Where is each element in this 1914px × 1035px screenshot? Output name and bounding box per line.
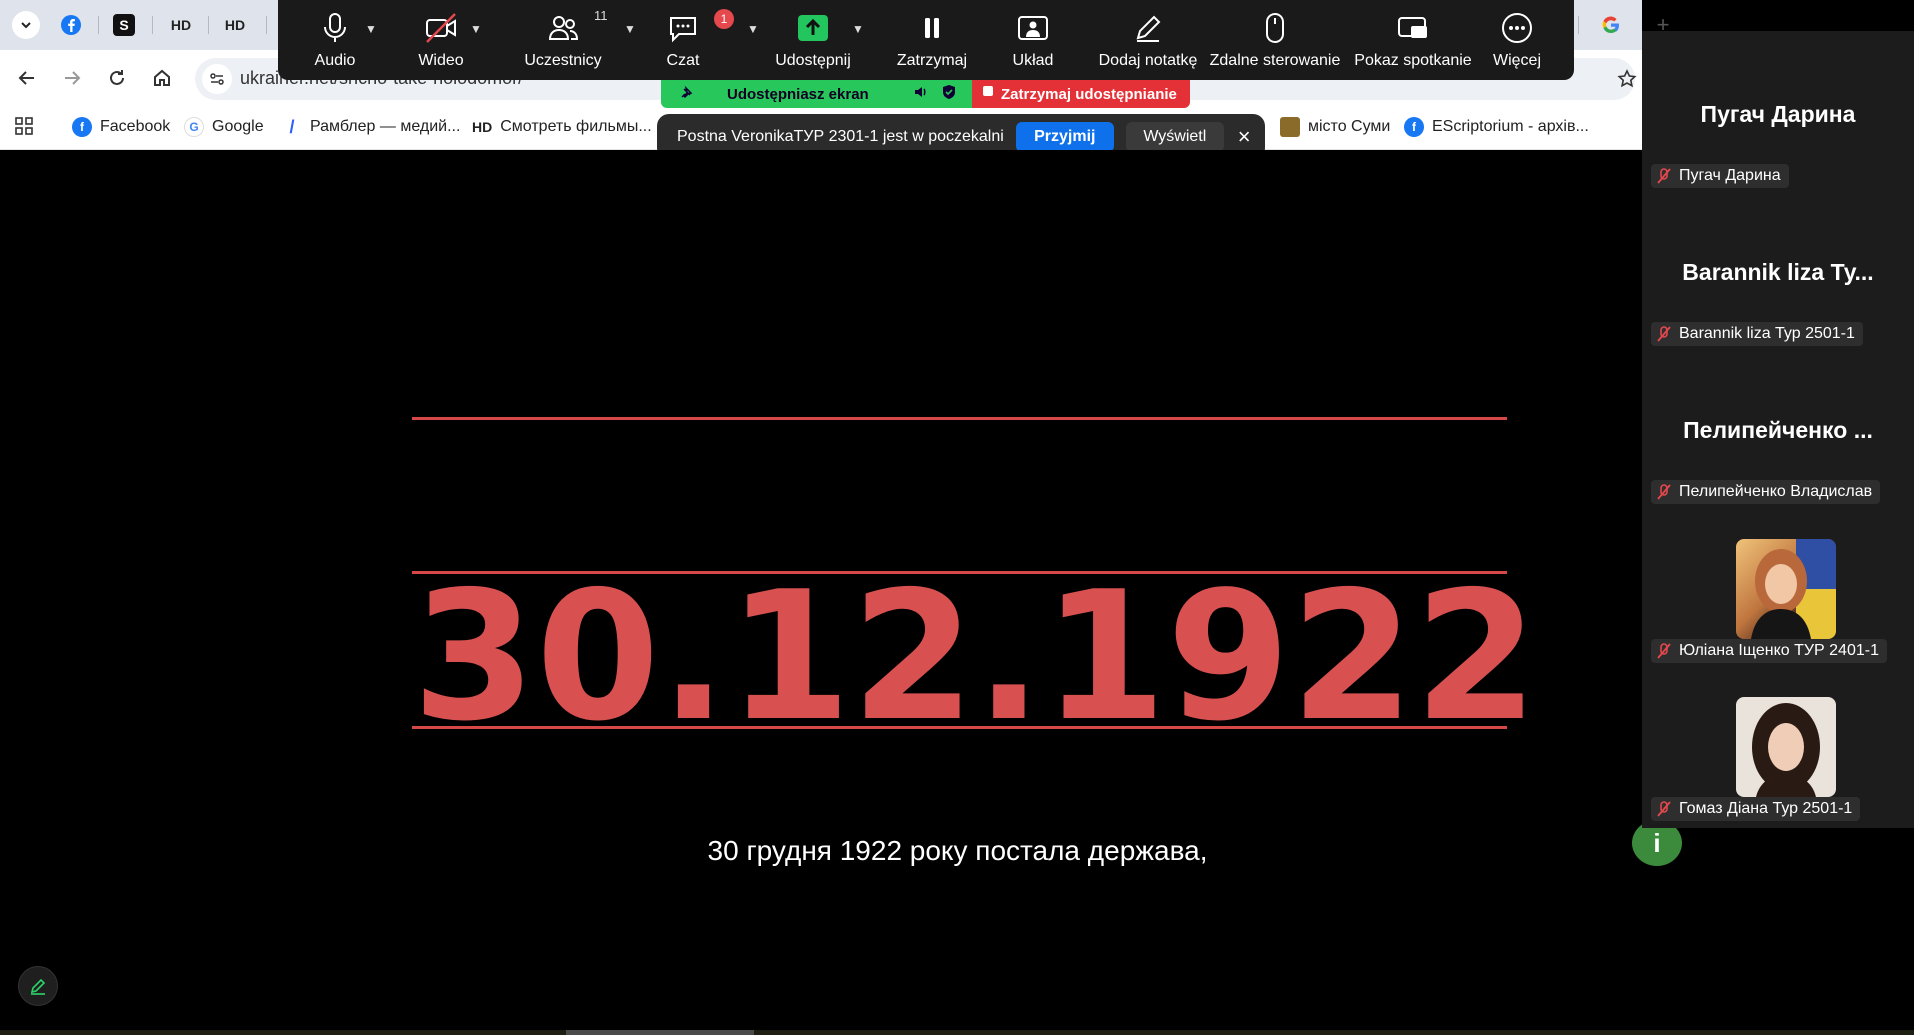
facebook-icon: f bbox=[72, 117, 92, 137]
bookmark-rambler[interactable]: / Рамблер — медий... bbox=[282, 113, 460, 141]
participant-label: Пелипейченко Владислав bbox=[1651, 480, 1881, 504]
microphone-icon bbox=[324, 13, 346, 42]
bookmark-escriptorium[interactable]: f EScriptorium - архів... bbox=[1404, 113, 1589, 141]
audio-chevron-down-icon[interactable]: ▼ bbox=[365, 22, 377, 36]
admit-button[interactable]: Przyjmij bbox=[1015, 122, 1114, 152]
chat-unread-badge: 1 bbox=[714, 9, 734, 29]
pause-icon bbox=[925, 18, 939, 38]
participant-label: Гомаз Діана Тур 2501-1 bbox=[1651, 797, 1861, 821]
bookmark-star-icon[interactable] bbox=[1612, 64, 1642, 94]
video-progress-track[interactable] bbox=[0, 1030, 1914, 1035]
more-button[interactable]: Więcej bbox=[1482, 10, 1552, 76]
home-icon[interactable] bbox=[147, 63, 177, 93]
show-meeting-icon bbox=[1398, 17, 1427, 38]
sharing-label: Udostępniasz ekran bbox=[727, 85, 869, 103]
participants-icon bbox=[548, 16, 579, 40]
sumy-icon bbox=[1280, 117, 1300, 137]
tab-search-dropdown-icon[interactable] bbox=[12, 11, 40, 39]
bookmark-facebook[interactable]: f Facebook bbox=[72, 113, 170, 141]
s-tab-icon[interactable]: S bbox=[113, 14, 135, 36]
video-button[interactable]: Wideo bbox=[406, 10, 476, 76]
bookmark-google[interactable]: G Google bbox=[184, 113, 264, 141]
hd-tab-icon[interactable]: HD bbox=[168, 12, 194, 38]
stop-sharing-button[interactable]: Zatrzymaj udostępnianie bbox=[972, 80, 1190, 108]
pin-icon bbox=[679, 85, 693, 103]
share-screen-icon bbox=[798, 15, 828, 41]
show-meeting-button[interactable]: Pokaz spotkanie bbox=[1338, 10, 1488, 76]
participant-video-thumbnail bbox=[1736, 539, 1836, 639]
remote-control-button[interactable]: Zdalne sterowanie bbox=[1200, 10, 1350, 76]
chat-button[interactable]: Czat bbox=[653, 10, 713, 76]
share-screen-button[interactable]: Udostępnij bbox=[768, 10, 858, 76]
google-icon: G bbox=[184, 117, 204, 137]
mic-muted-icon bbox=[1657, 801, 1671, 817]
mic-muted-icon bbox=[1657, 484, 1671, 500]
participant-label: Barannik liza Тур 2501-1 bbox=[1651, 322, 1863, 346]
pencil-icon bbox=[1136, 15, 1161, 42]
video-off-icon bbox=[426, 13, 456, 43]
pause-share-button[interactable]: Zatrzymaj bbox=[882, 10, 982, 76]
shield-icon[interactable] bbox=[941, 84, 957, 104]
rambler-icon: / bbox=[289, 116, 295, 137]
annotate-pencil-button[interactable] bbox=[18, 966, 58, 1006]
video-subtitle: 30 грудня 1922 року постала держава, bbox=[707, 835, 1208, 866]
bookmark-hd-films[interactable]: HD Смотреть фильмы... bbox=[472, 113, 652, 141]
view-button[interactable]: Wyświetl bbox=[1125, 122, 1224, 152]
site-info-icon[interactable] bbox=[202, 64, 232, 94]
close-icon[interactable]: × bbox=[1238, 124, 1251, 150]
chat-icon bbox=[670, 17, 696, 43]
participants-chevron-down-icon[interactable]: ▼ bbox=[624, 22, 636, 36]
facebook-tab-icon[interactable] bbox=[58, 12, 84, 38]
video-progress-thumb[interactable] bbox=[566, 1030, 754, 1035]
participant-video-thumbnail bbox=[1736, 697, 1836, 797]
waiting-room-message: Postna VeronikaТУР 2301-1 jest w poczeka… bbox=[677, 128, 1004, 145]
participants-count: 11 bbox=[594, 8, 608, 23]
reload-icon[interactable] bbox=[102, 63, 132, 93]
zoom-meeting-toolbar: Audio ▼ Wideo ▼ Uczestnicy 11 ▼ Czat 1 ▼… bbox=[278, 0, 1574, 80]
forward-arrow-icon[interactable] bbox=[57, 63, 87, 93]
add-note-button[interactable]: Dodaj notatkę bbox=[1088, 10, 1208, 76]
stop-square-icon bbox=[983, 86, 993, 96]
chat-chevron-down-icon[interactable]: ▼ bbox=[747, 22, 759, 36]
share-chevron-down-icon[interactable]: ▼ bbox=[852, 22, 864, 36]
back-arrow-icon[interactable] bbox=[12, 63, 42, 93]
participant-tile-name: Barannik liza Ту... bbox=[1682, 259, 1874, 285]
pencil-icon bbox=[30, 978, 46, 995]
hd-tab-icon-2[interactable]: HD bbox=[222, 12, 248, 38]
google-tab-icon[interactable] bbox=[1598, 12, 1624, 38]
layout-icon bbox=[1018, 16, 1048, 40]
participant-tile-name: Пелипейченко ... bbox=[1683, 417, 1873, 443]
big-date-title: 30.12.1922 bbox=[412, 553, 1539, 760]
hd-icon: HD bbox=[472, 119, 493, 135]
sharing-status-banner[interactable]: Udostępniasz ekran bbox=[661, 80, 972, 108]
speaker-icon[interactable] bbox=[913, 84, 929, 104]
audio-button[interactable]: Audio bbox=[300, 10, 370, 76]
participants-video-panel: Пугач Дарина Пугач Дарина Barannik liza … bbox=[1642, 31, 1914, 828]
mic-muted-icon bbox=[1657, 168, 1671, 184]
layout-button[interactable]: Układ bbox=[998, 10, 1068, 76]
participant-label: Пугач Дарина bbox=[1651, 164, 1789, 188]
more-icon bbox=[1502, 13, 1532, 43]
participant-tile-name: Пугач Дарина bbox=[1700, 101, 1856, 127]
facebook-icon: f bbox=[1404, 117, 1424, 137]
apps-grid-icon[interactable] bbox=[14, 116, 34, 141]
top-red-line bbox=[412, 417, 1507, 420]
video-chevron-down-icon[interactable]: ▼ bbox=[470, 22, 482, 36]
mouse-icon bbox=[1266, 13, 1284, 43]
bookmark-sumy[interactable]: місто Суми bbox=[1280, 113, 1390, 141]
participant-label: Юліана Іщенко ТУР 2401-1 bbox=[1651, 639, 1887, 663]
mic-muted-icon bbox=[1657, 326, 1671, 342]
mic-muted-icon bbox=[1657, 643, 1671, 659]
